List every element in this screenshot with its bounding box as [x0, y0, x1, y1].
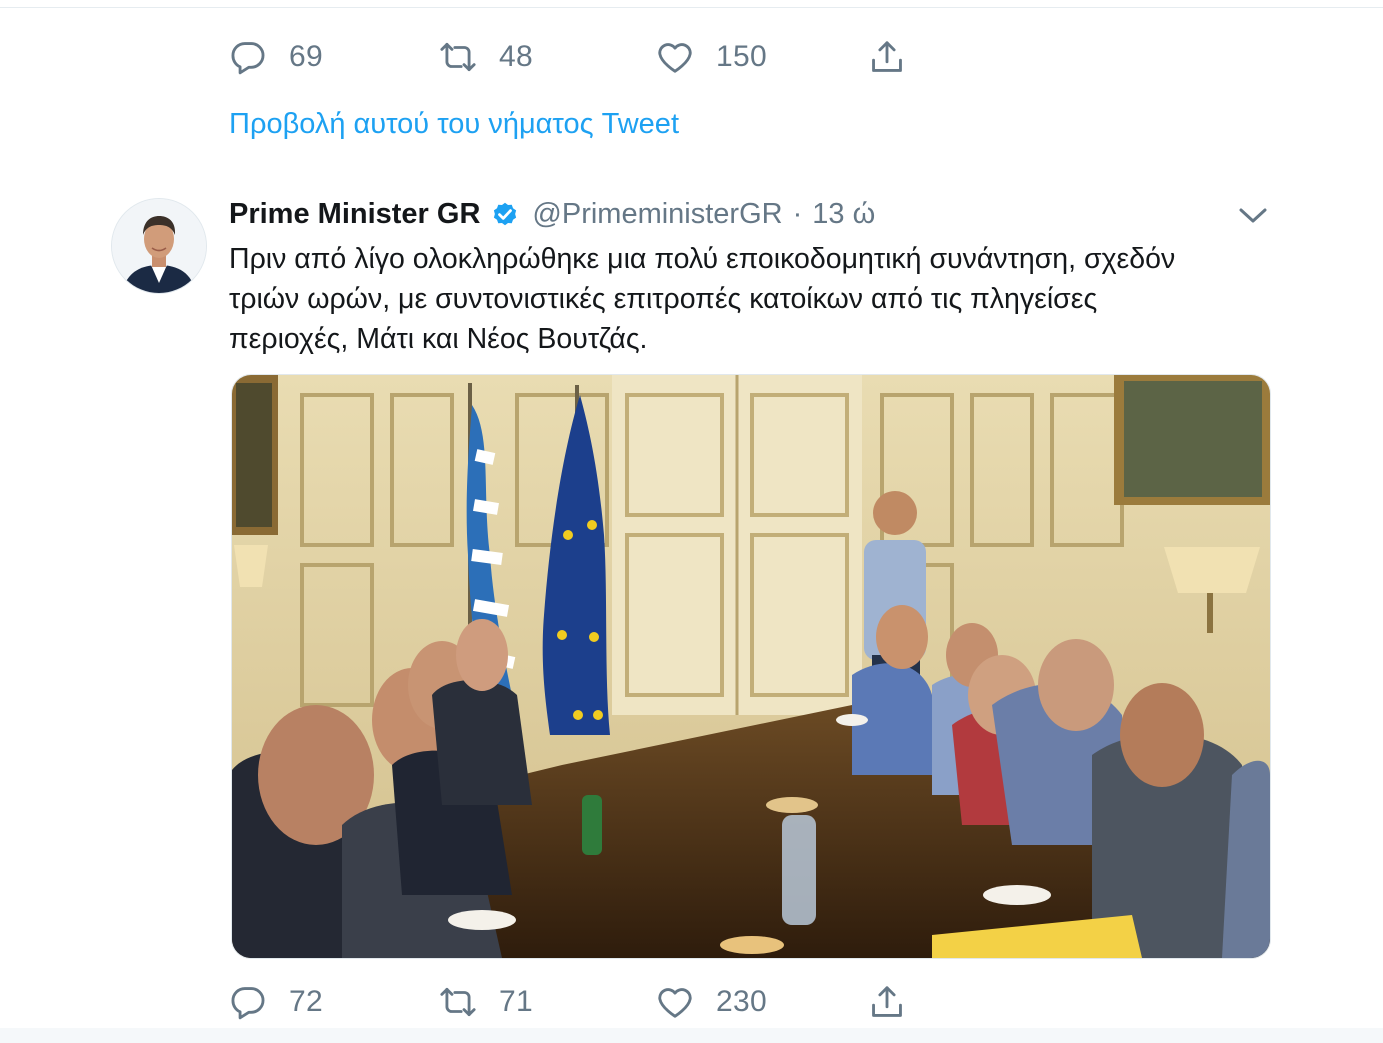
tweet-text-line: τριών ωρών, με συντονιστικές επιτροπές κ… [229, 283, 1098, 315]
tweet-text-line: Πριν από λίγο ολοκληρώθηκε μια πολύ εποι… [229, 243, 1176, 275]
like-count: 230 [716, 985, 767, 1018]
top-divider [0, 7, 1383, 8]
tweet-actions: 72 71 230 [229, 982, 929, 1022]
retweet-count: 71 [499, 985, 533, 1018]
reply-button[interactable]: 72 [229, 982, 323, 1022]
meeting-room-photo-icon [232, 375, 1270, 958]
author-handle[interactable]: @PrimeministerGR [532, 198, 782, 231]
bottom-divider [0, 1028, 1383, 1043]
like-button[interactable]: 230 [656, 982, 767, 1022]
like-button[interactable]: 150 [656, 37, 767, 77]
heart-icon [658, 988, 692, 1018]
show-thread-link[interactable]: Προβολή αυτού του νήματος Tweet [229, 108, 679, 141]
reply-icon [231, 42, 265, 75]
share-icon [872, 986, 902, 1017]
verified-badge-icon [494, 202, 517, 226]
retweet-count: 48 [499, 40, 533, 73]
reply-count: 69 [289, 40, 323, 73]
tweet-text: Πριν από λίγο ολοκληρώθηκε μια πολύ εποι… [229, 239, 1289, 359]
separator-dot: · [792, 197, 803, 230]
heart-icon [658, 43, 692, 73]
tweet-timestamp[interactable]: 13 ώ [812, 198, 875, 231]
tweet-photo[interactable] [231, 374, 1271, 959]
reply-icon [231, 987, 265, 1020]
author-avatar-icon [112, 199, 206, 293]
share-button[interactable] [868, 982, 906, 1022]
retweet-icon [440, 42, 476, 72]
reply-button[interactable]: 69 [229, 37, 323, 77]
tweet-text-line: περιοχές, Μάτι και Νέος Βουτζάς. [229, 323, 648, 355]
share-icon [872, 41, 902, 72]
reply-count: 72 [289, 985, 323, 1018]
clipped-previous-tweet-text [330, 0, 650, 7]
author-display-name[interactable]: Prime Minister GR [229, 198, 480, 231]
like-count: 150 [716, 40, 767, 73]
avatar[interactable] [111, 198, 207, 294]
tweet-header: Prime Minister GR @PrimeministerGR · 13 … [229, 194, 875, 234]
retweet-icon [440, 987, 476, 1017]
retweet-button[interactable]: 71 [439, 982, 533, 1022]
retweet-button[interactable]: 48 [439, 37, 533, 77]
chevron-down-icon[interactable] [1234, 198, 1272, 232]
share-button[interactable] [868, 37, 906, 77]
previous-tweet-actions: 69 48 150 [229, 37, 929, 77]
